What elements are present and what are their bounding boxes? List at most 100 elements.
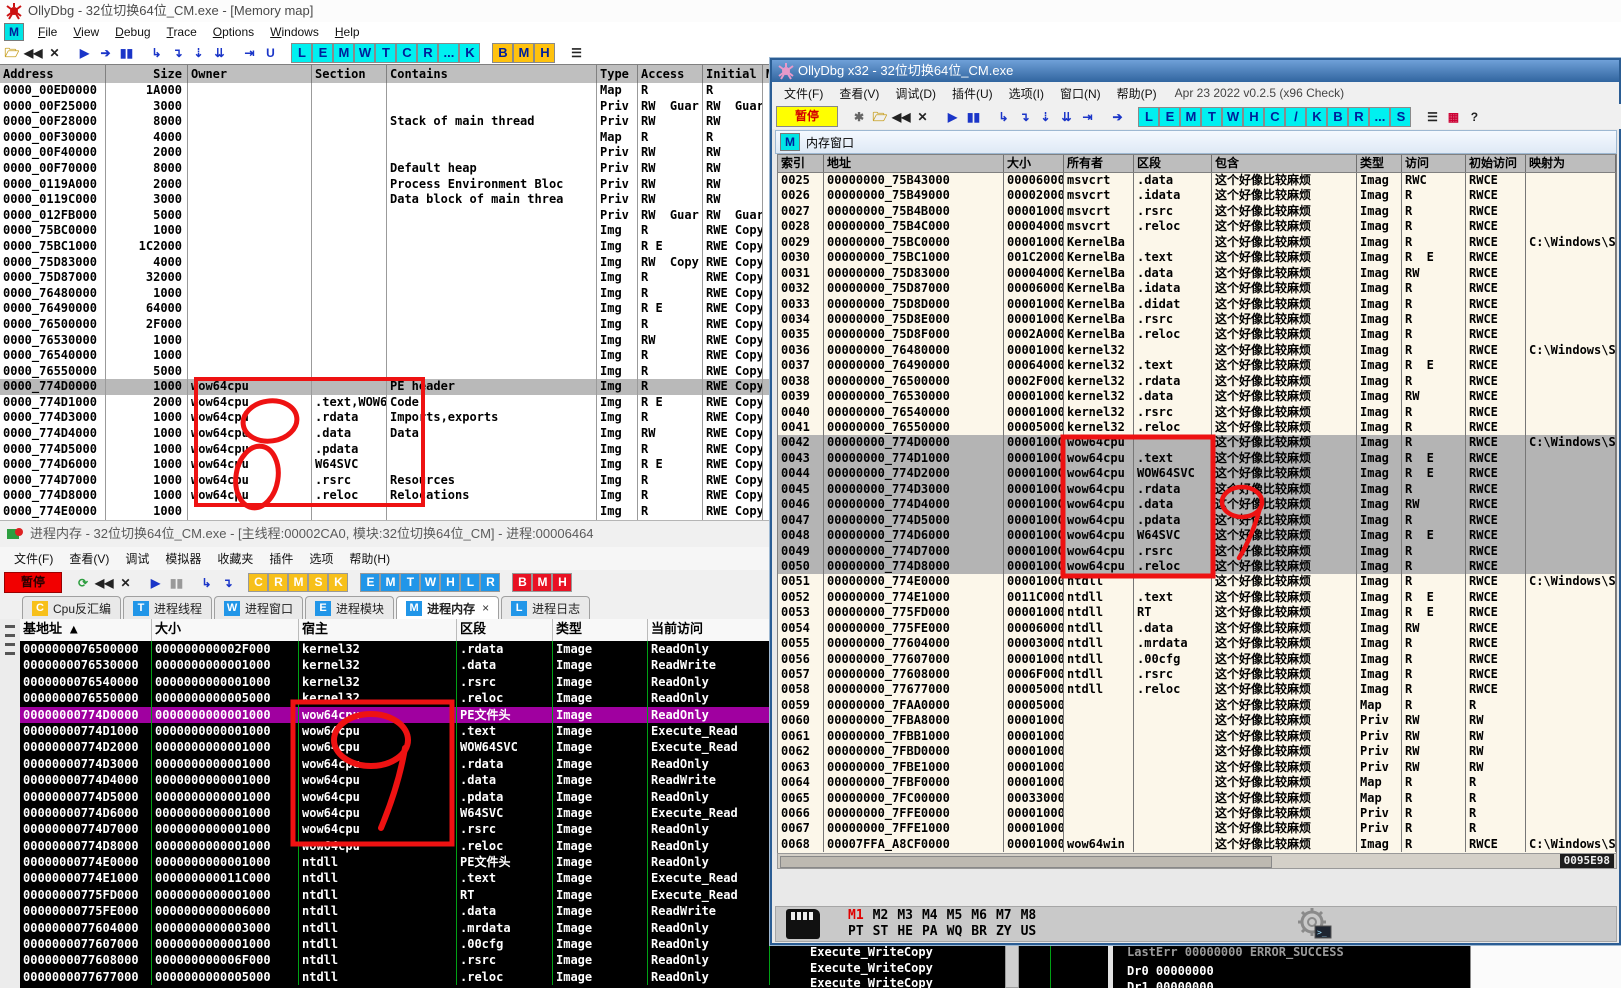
pane-letter-button[interactable]: L: [1138, 106, 1160, 127]
pane-letter-button[interactable]: T: [1201, 106, 1223, 127]
column-header[interactable]: 类型: [553, 619, 648, 641]
column-header[interactable]: Owner: [188, 65, 312, 84]
table-row[interactable]: 0049 00000000_774D7000 00001000 wow64cpu .rs…: [778, 543, 1616, 559]
pane-tab-M2[interactable]: M2: [873, 908, 889, 923]
table-row[interactable]: 0000_774D6000 1000 wow64cpu W64SVC Img R E RWE…: [0, 457, 775, 473]
column-header[interactable]: Section: [312, 65, 387, 84]
pane-letter-button[interactable]: M: [1180, 106, 1202, 127]
table-row[interactable]: 0000000076530000 0000000000001000 kernel32…: [20, 657, 770, 674]
table-row[interactable]: 0056 00000000_77607000 00001000 ntdll .00cfg…: [778, 651, 1616, 667]
table-row[interactable]: 0034 00000000_75D8E000 00001000 KernelBa .rs…: [778, 311, 1616, 328]
pane-letter-button[interactable]: E: [360, 573, 381, 592]
pane-letter-button[interactable]: W: [420, 573, 441, 592]
pane-letter-button[interactable]: R: [417, 43, 439, 63]
user-code-icon[interactable]: U: [261, 44, 279, 62]
restart-icon[interactable]: ◀◀: [892, 108, 910, 126]
table-row[interactable]: 0000_00F25000 3000 Priv RW Guar RW Guar: [0, 98, 775, 115]
column-header[interactable]: 当前访问: [648, 619, 770, 641]
menu-item[interactable]: 选项: [301, 550, 341, 567]
title-bar[interactable]: 进程内存 - 32位切换64位_CM.exe - [主线程:00002CA0, …: [0, 521, 770, 547]
table-row[interactable]: 0000_75D87000 32000 Img R RWE Copy: [0, 270, 775, 286]
pane-tab-M6[interactable]: M6: [971, 908, 987, 923]
pane-tab-ST[interactable]: ST: [873, 924, 889, 939]
settings-gear-icon[interactable]: ✱: [850, 108, 868, 126]
column-header[interactable]: 所有者: [1064, 155, 1134, 172]
table-row[interactable]: 0068 00007FFA_A8CF0000 00001000 wow64win 这个好…: [778, 836, 1616, 853]
table-row[interactable]: 0000_774D3000 1000 wow64cpu .rdata Imports,e…: [0, 410, 775, 427]
until-return-icon[interactable]: ⇥: [240, 44, 258, 62]
scrollbar-thumb[interactable]: [780, 856, 1272, 868]
open-file-icon[interactable]: 🗁: [3, 44, 21, 62]
pane-tab-M4[interactable]: M4: [922, 908, 938, 923]
table-row[interactable]: 0000_00ED0000 1A000 Map R R: [0, 83, 775, 99]
table-row[interactable]: 0000_75BC1000 1C2000 Img R E RWE Copy: [0, 238, 775, 255]
step-over-icon[interactable]: ↴: [218, 574, 236, 592]
pane-letter-button[interactable]: C: [1264, 106, 1286, 127]
table-row[interactable]: 0054 00000000_775FE000 00006000 ntdll .data 这…: [778, 620, 1616, 637]
pane-letter-button[interactable]: T: [400, 573, 421, 592]
table-row[interactable]: 0000_76550000 5000 Img R RWE Copy: [0, 363, 775, 380]
close-icon[interactable]: ✕: [913, 108, 931, 126]
pane-letter-button[interactable]: S: [308, 573, 329, 592]
pane-letter-button[interactable]: W: [354, 43, 376, 63]
table-row[interactable]: 0000_774D1000 2000 wow64cpu .text,WOW6 Code I…: [0, 394, 775, 411]
pane-tab-M8[interactable]: M8: [1021, 908, 1037, 923]
table-row[interactable]: 0062 00000000_7FBD0000 00001000 这个好像比较麻烦 Pri…: [778, 744, 1616, 760]
menu-item[interactable]: Trace: [159, 25, 205, 39]
table-row[interactable]: 00000000775FD000 0000000000001000 ntdll RT I…: [20, 886, 770, 904]
table-row[interactable]: 0000000076500000 000000000002F000 kernel32…: [20, 641, 770, 658]
menu-item[interactable]: 模拟器: [157, 550, 209, 567]
horizontal-scrollbar[interactable]: 0095E98: [777, 853, 1617, 869]
step-into-icon[interactable]: ↳: [147, 44, 165, 62]
pause-button[interactable]: 暂停: [776, 106, 838, 127]
menu-item[interactable]: 收藏夹: [209, 550, 261, 567]
pane-tab-M5[interactable]: M5: [947, 908, 963, 923]
table-row[interactable]: 0040 00000000_76540000 00001000 kernel32 .rs…: [778, 404, 1616, 420]
table-row[interactable]: 0050 00000000_774D8000 00001000 wow64cpu .re…: [778, 558, 1616, 575]
table-row[interactable]: 0000_76530000 1000 Img RW RWE Copy: [0, 332, 775, 349]
pause-icon[interactable]: ▮▮: [117, 44, 135, 62]
table-row[interactable]: 0000_00F28000 8000 Stack of main thread Pri…: [0, 114, 775, 130]
table-row[interactable]: 0065 00000000_7FC00000 00033000 这个好像比较麻烦 Map…: [778, 790, 1616, 806]
table-row[interactable]: 0032 00000000_75D87000 00006000 KernelBa .id…: [778, 281, 1616, 297]
menu-item[interactable]: 查看(V): [831, 85, 887, 102]
tab-进程线程[interactable]: T 进程线程: [123, 596, 213, 619]
trace-over-icon[interactable]: ⇊: [1057, 108, 1075, 126]
pause-icon[interactable]: ▮▮: [167, 574, 185, 592]
menu-item[interactable]: 插件: [261, 550, 301, 567]
pause-button[interactable]: 暂停: [4, 572, 62, 593]
pane-letter-button[interactable]: L: [291, 43, 313, 63]
table-row[interactable]: 0030 00000000_75BC1000 001C2000 KernelBa .te…: [778, 250, 1616, 266]
column-header[interactable]: Access: [638, 65, 703, 84]
menu-item[interactable]: 调试: [117, 550, 157, 567]
open-file-icon[interactable]: 🗁: [871, 108, 889, 126]
column-header[interactable]: 索引: [778, 155, 824, 172]
column-header[interactable]: 包含: [1212, 155, 1357, 172]
pane-letter-button[interactable]: K: [459, 43, 481, 63]
pane-letter-button[interactable]: R: [1348, 106, 1370, 127]
options-list-icon[interactable]: ☰: [567, 44, 585, 62]
step-over-icon[interactable]: ↴: [1015, 108, 1033, 126]
pane-letter-button[interactable]: B: [1327, 106, 1349, 127]
appearance-icon[interactable]: ▦: [1444, 108, 1462, 126]
table-row[interactable]: 0046 00000000_774D4000 00001000 wow64cpu .da…: [778, 497, 1616, 513]
pane-letter-button[interactable]: M: [532, 573, 553, 592]
table-row[interactable]: 00000000774D0000 0000000000001000 wow64cpu…: [20, 706, 770, 723]
table-row[interactable]: 0063 00000000_7FBE1000 00001000 这个好像比较麻烦 Pri…: [778, 759, 1616, 776]
table-row[interactable]: 0059 00000000_7FAA0000 00005000 这个好像比较麻烦 Map…: [778, 697, 1616, 714]
table-row[interactable]: 0000_774D5000 1000 wow64cpu .pdata Img R RWE C…: [0, 441, 775, 458]
table-row[interactable]: 0039 00000000_76530000 00001000 kernel32 .da…: [778, 389, 1616, 405]
table-row[interactable]: 0000000076550000 0000000000005000 kernel32…: [20, 690, 770, 707]
table-row[interactable]: 00000000774D7000 0000000000001000 wow64cpu…: [20, 821, 770, 838]
step-into-icon[interactable]: ↳: [197, 574, 215, 592]
pane-letter-button[interactable]: /: [1285, 106, 1307, 127]
table-row[interactable]: 0042 00000000_774D0000 00001000 wow64cpu 这个好…: [778, 435, 1616, 451]
column-header[interactable]: Address: [0, 65, 106, 84]
close-icon[interactable]: ✕: [116, 574, 134, 592]
table-row[interactable]: 0000_012FB000 5000 Priv RW Guar RW Guar: [0, 207, 775, 224]
table-row[interactable]: 0000000077677000 0000000000005000 ntdll .re…: [20, 968, 770, 986]
table-row[interactable]: 0000_76490000 64000 Img R E RWE Copy: [0, 301, 775, 317]
table-row[interactable]: 0061 00000000_7FBB1000 00001000 这个好像比较麻烦 Pri…: [778, 728, 1616, 745]
run-thread-icon[interactable]: ➔: [96, 44, 114, 62]
table-row[interactable]: 0048 00000000_774D6000 00001000 wow64cpu W64…: [778, 528, 1616, 544]
